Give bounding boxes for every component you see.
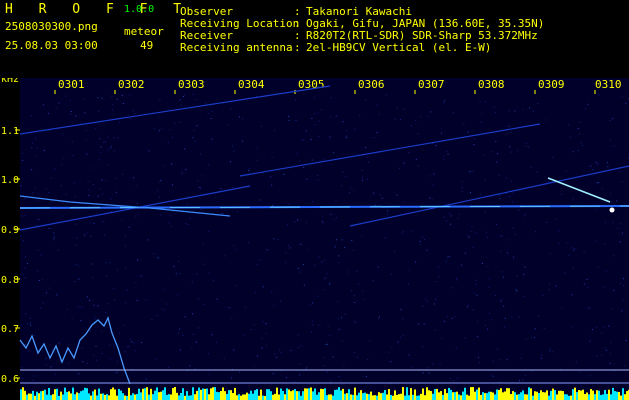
hour-label: 0308: [478, 78, 505, 91]
meteor-label: meteor: [124, 25, 164, 38]
header-panel: H R O F F T 1.0.0 2508030300.png 25.08.0…: [0, 0, 629, 78]
hour-label: 0302: [118, 78, 145, 91]
hour-label: 0307: [418, 78, 445, 91]
freq-unit: kHz: [1, 78, 19, 85]
file-timestamp: 25.08.03 03:00: [5, 39, 98, 52]
info-value-antenna: 2el-HB9CV Vertical (el. E-W): [306, 41, 492, 54]
file-name: 2508030300.png: [5, 20, 98, 33]
spectrogram: 0301 0302 0303 0304 0305 0306 0307 0308 …: [0, 78, 629, 400]
freq-label: 0.6: [1, 374, 19, 385]
app-version: 1.0.0: [124, 4, 155, 15]
hour-label: 0303: [178, 78, 205, 91]
info-sep: :: [294, 41, 301, 54]
hour-label: 0301: [58, 78, 85, 91]
app-title: H R O F F T: [5, 2, 191, 17]
hour-label: 0306: [358, 78, 385, 91]
meteor-count: 49: [140, 39, 154, 52]
freq-label: 0.9: [1, 225, 19, 236]
freq-label: 0.8: [1, 275, 19, 286]
info-label-antenna: Receiving antenna: [180, 41, 293, 54]
hour-label: 0309: [538, 78, 565, 91]
freq-label: 1.0: [1, 175, 19, 186]
freq-label: 0.7: [1, 324, 19, 335]
hour-label: 0310: [595, 78, 622, 91]
spectrum-area: [20, 78, 629, 400]
freq-label: 1.1: [1, 126, 19, 137]
hour-label: 0304: [238, 78, 265, 91]
